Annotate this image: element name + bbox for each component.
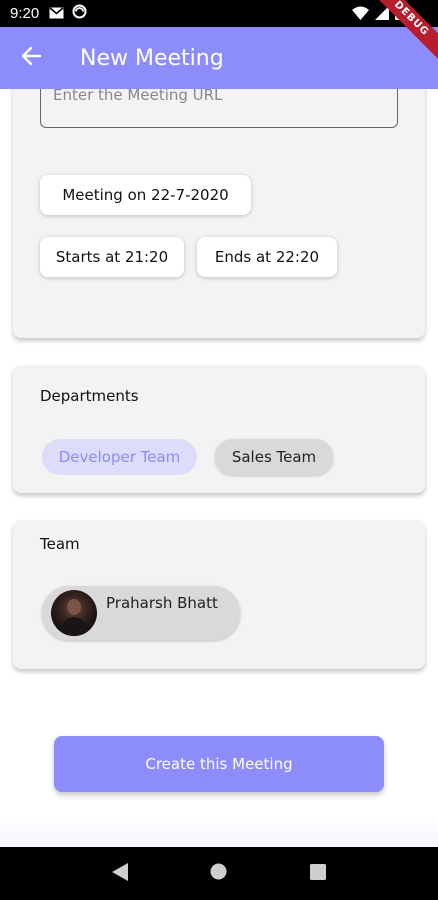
nav-back-button[interactable]: [105, 859, 135, 889]
department-chip-label: Sales Team: [231, 448, 317, 466]
meeting-date-label: Meeting on 22-7-2020: [62, 186, 229, 204]
start-time-label: Starts at 21:20: [55, 248, 169, 266]
app-bar: New Meeting: [0, 27, 438, 89]
end-time-button[interactable]: Ends at 22:20: [197, 237, 337, 277]
status-time: 9:20: [10, 5, 40, 22]
create-meeting-label: Create this Meeting: [145, 755, 293, 773]
back-triangle-icon: [111, 862, 128, 885]
wifi-icon: [352, 6, 369, 24]
department-chip-sales-team[interactable]: Sales Team: [215, 439, 333, 475]
status-bar: 9:20: [0, 0, 438, 27]
recents-square-icon: [310, 863, 327, 884]
end-time-label: Ends at 22:20: [214, 248, 320, 266]
page-title: New Meeting: [80, 45, 224, 71]
meeting-date-button[interactable]: Meeting on 22-7-2020: [40, 175, 251, 215]
nav-home-button[interactable]: [204, 859, 234, 889]
arrow-back-icon: [21, 46, 42, 70]
department-chip-developer-team[interactable]: Developer Team: [42, 439, 197, 475]
home-circle-icon: [210, 863, 227, 884]
department-chip-label: Developer Team: [58, 448, 181, 466]
avatar: [51, 590, 97, 636]
start-time-button[interactable]: Starts at 21:20: [40, 237, 184, 277]
system-nav-bar: [0, 847, 438, 900]
sync-icon: [72, 4, 87, 23]
nav-recents-button[interactable]: [303, 859, 333, 889]
back-button[interactable]: [0, 27, 62, 89]
create-meeting-button[interactable]: Create this Meeting: [54, 736, 384, 792]
bottom-fade: [0, 815, 438, 847]
team-member-name: Praharsh Bhatt: [106, 594, 218, 612]
team-member-chip[interactable]: Praharsh Bhatt: [42, 586, 240, 640]
gmail-icon: [49, 5, 64, 23]
team-heading: Team: [40, 535, 80, 553]
departments-heading: Departments: [40, 387, 139, 405]
